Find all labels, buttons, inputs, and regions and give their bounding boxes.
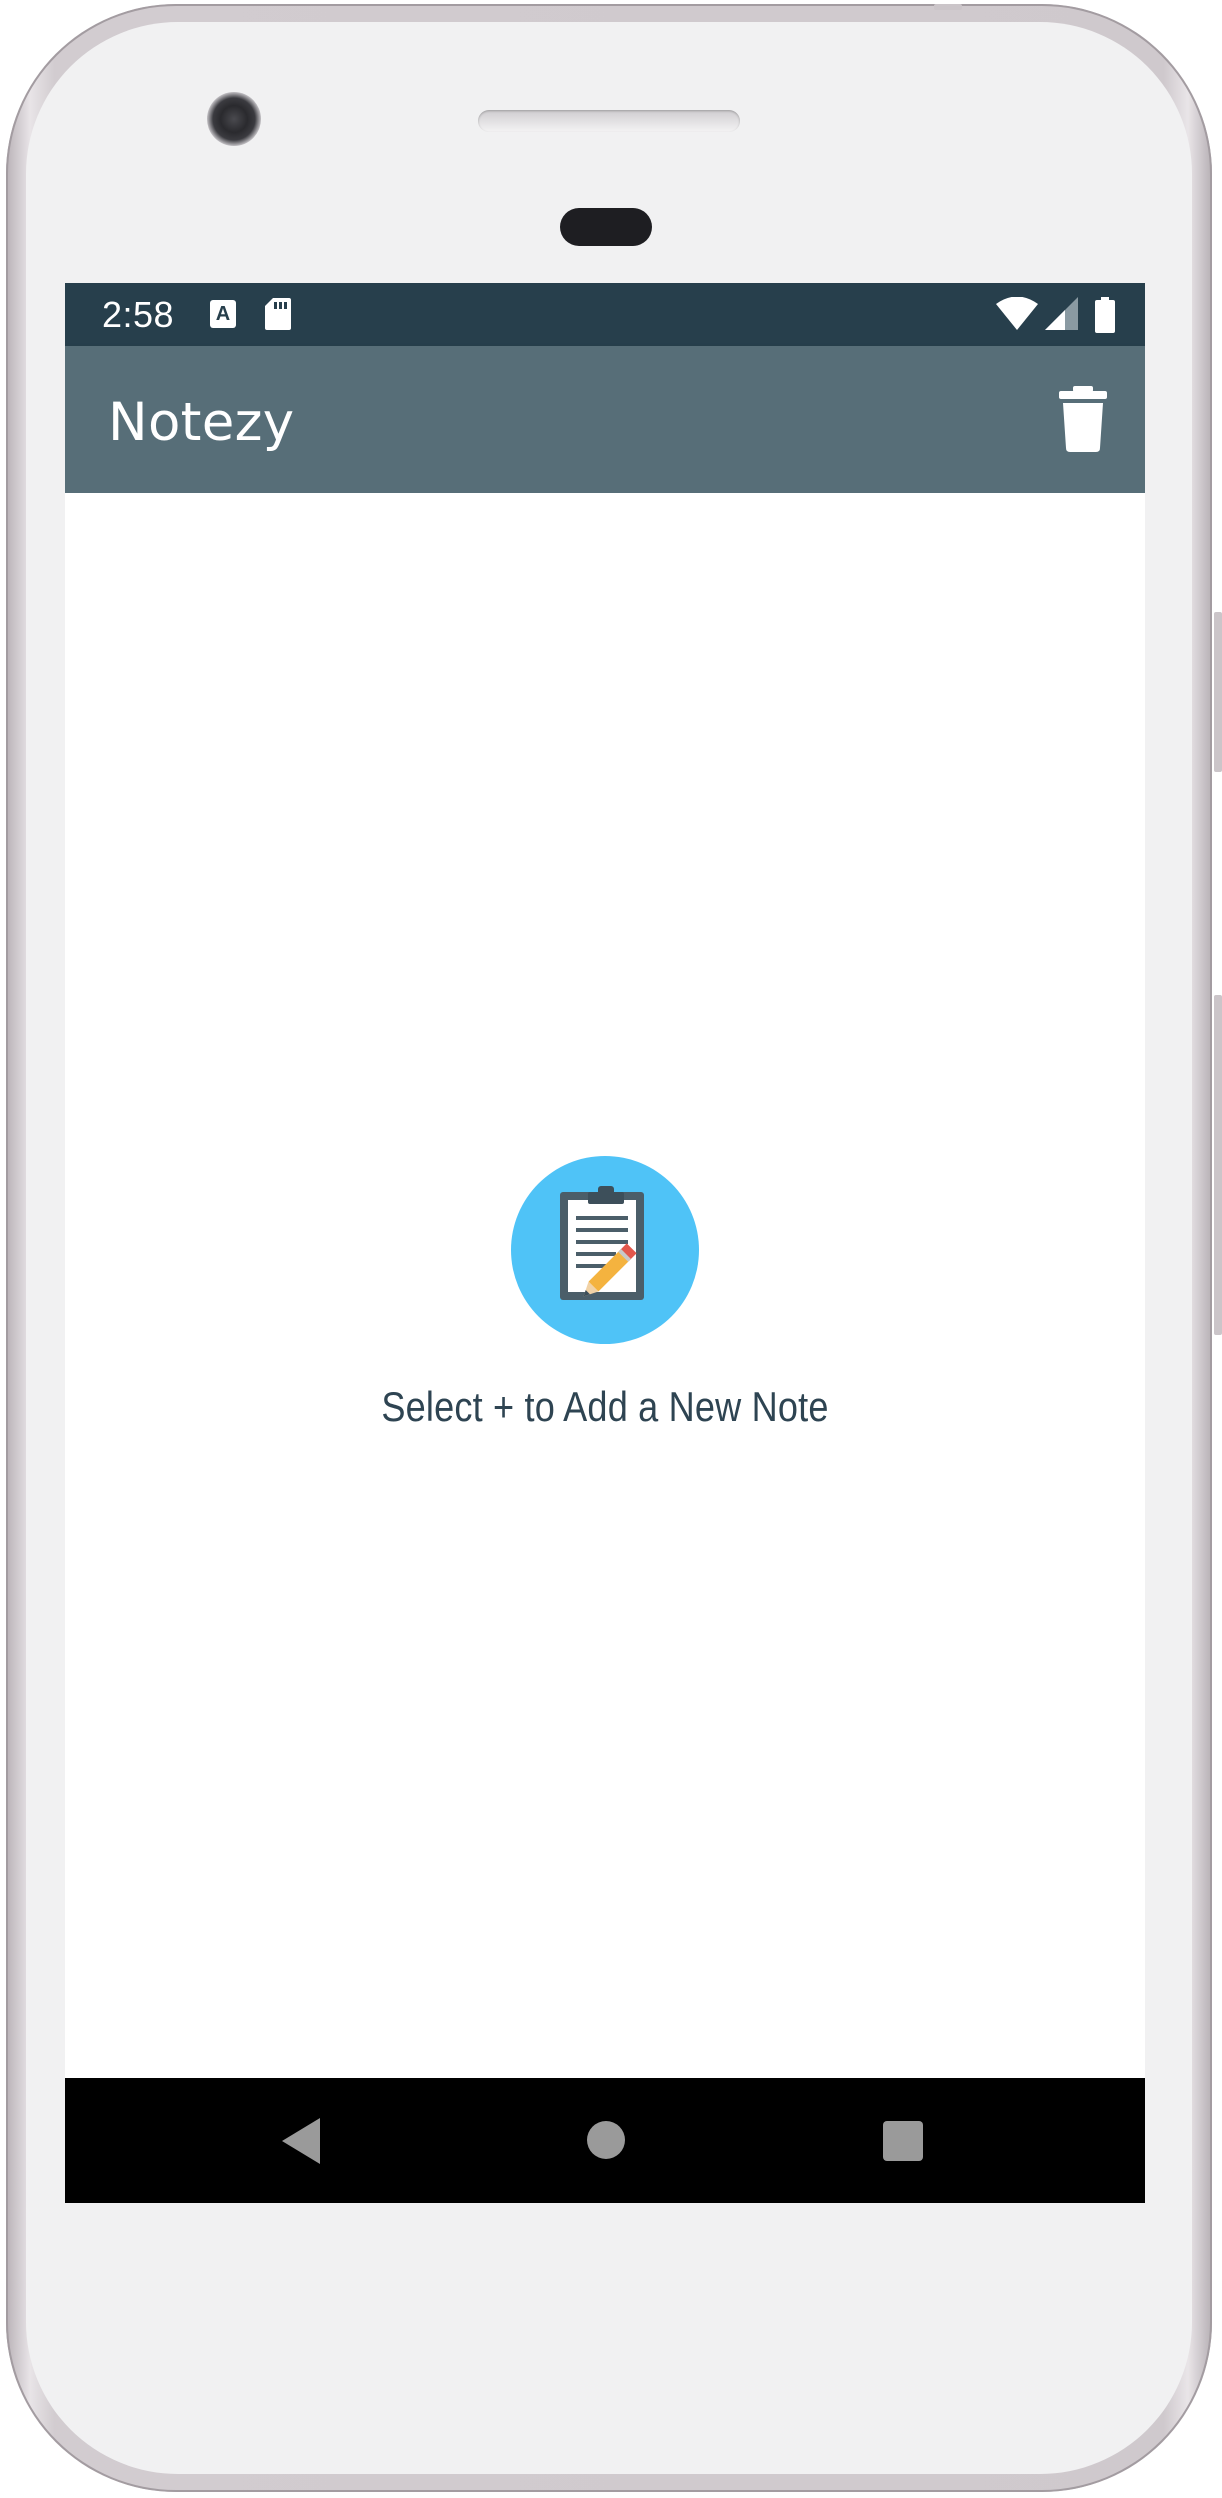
- recents-icon[interactable]: [883, 2121, 923, 2161]
- nav-back-button[interactable]: [282, 2118, 322, 2169]
- app-bar: Notezy: [65, 346, 1145, 493]
- app-title: Notezy: [108, 392, 295, 453]
- text-a-notification-icon: A: [210, 300, 236, 328]
- status-time: 2:58: [102, 294, 175, 335]
- status-right-icons: [996, 297, 1115, 333]
- clipboard-pencil-icon: [560, 1186, 644, 1300]
- battery-icon: [1095, 297, 1115, 333]
- wifi-icon: [996, 297, 1039, 330]
- delete-all-button[interactable]: [1053, 386, 1113, 452]
- speaker-grille: [478, 110, 740, 132]
- front-camera: [207, 92, 261, 146]
- cell-signal-icon: [1044, 297, 1078, 330]
- earpiece-sensor: [560, 208, 652, 246]
- app-screen: 2:58 A Notezy Select + to Add a New Note: [65, 283, 1145, 2203]
- empty-state-icon: [511, 1156, 699, 1344]
- power-button: [1214, 995, 1222, 1335]
- sd-card-icon: [265, 298, 291, 335]
- home-icon[interactable]: [587, 2121, 625, 2159]
- empty-state-message: Select + to Add a New Note: [381, 1383, 829, 1430]
- notes-list-area: Select + to Add a New Note +: [65, 493, 1145, 2203]
- power-button-top: [934, 4, 962, 10]
- back-icon: [282, 2118, 320, 2164]
- system-navigation-bar: [65, 2078, 1145, 2203]
- status-bar: 2:58 A: [65, 283, 1145, 346]
- volume-button: [1214, 612, 1222, 772]
- trash-icon: [1059, 386, 1107, 452]
